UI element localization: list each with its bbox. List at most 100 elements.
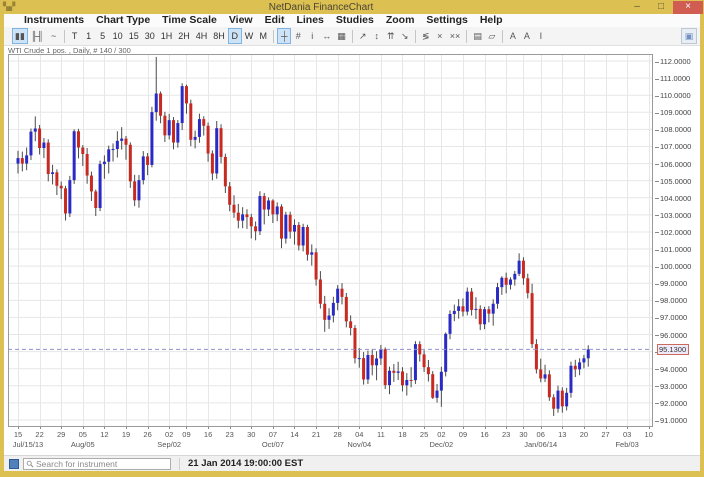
chart-plot[interactable]: 1522290512192602091623300714212804111825… [8, 54, 653, 451]
candle [341, 289, 344, 297]
menu-settings[interactable]: Settings [420, 14, 473, 27]
menu-lines[interactable]: Lines [290, 14, 329, 27]
price-tick-label: 109.0000 [655, 108, 691, 117]
menu-view[interactable]: View [223, 14, 259, 27]
candle [60, 186, 63, 189]
candle [587, 349, 590, 358]
ohlc-bar-chart-button[interactable]: ╟╢ [29, 29, 46, 43]
close-button[interactable]: × [673, 1, 703, 14]
timescale-tick-button[interactable]: T [69, 29, 81, 43]
detach-chart-button[interactable]: ▣ [682, 29, 696, 43]
crosshair-button[interactable]: ┼ [278, 29, 290, 43]
date-tick-label: 29 [57, 430, 65, 439]
price-tick-label: 100.0000 [655, 262, 691, 271]
auto-shift-button[interactable]: ▦ [335, 29, 348, 43]
candle [535, 344, 538, 369]
info-button[interactable]: i [306, 29, 318, 43]
candle [64, 188, 67, 213]
timescale-1min-button[interactable]: 1 [83, 29, 95, 43]
search-input[interactable] [36, 459, 168, 469]
price-tick-label: 97.0000 [655, 313, 687, 322]
candle [470, 292, 473, 310]
candle [94, 191, 97, 208]
menu-edit[interactable]: Edit [259, 14, 291, 27]
title-bar: ▚▞ NetDania FinanceChart – □ × [0, 0, 704, 14]
chart-canvas: WTI Crude 1 pos. , Daily, # 140 / 300 15… [4, 46, 700, 455]
candle [548, 374, 551, 397]
candle [51, 172, 54, 174]
timescale-8h-button[interactable]: 8H [211, 29, 227, 43]
pan-scroll-button[interactable]: ↔ [320, 29, 333, 43]
grid-toggle-button[interactable]: # [292, 29, 304, 43]
date-tick-label: 23 [502, 430, 510, 439]
vertical-line-button[interactable]: ↕ [371, 29, 383, 43]
menu-time-scale[interactable]: Time Scale [156, 14, 223, 27]
candle [492, 304, 495, 314]
search-icon [26, 460, 34, 468]
line-chart-button[interactable]: ~ [48, 29, 60, 43]
menu-help[interactable]: Help [474, 14, 509, 27]
timescale-5min-button[interactable]: 5 [97, 29, 109, 43]
text-cursor-button[interactable]: I [535, 29, 547, 43]
trend-line-button[interactable]: ↗ [357, 29, 369, 43]
timescale-15min-button[interactable]: 15 [127, 29, 141, 43]
candle [176, 123, 179, 142]
price-tick-label: 112.0000 [655, 57, 691, 66]
date-tick-label: 30 [247, 430, 255, 439]
candle [168, 120, 171, 135]
candle [319, 279, 322, 303]
timescale-weekly-button[interactable]: W [243, 29, 256, 43]
ray-line-button[interactable]: ↘ [399, 29, 411, 43]
candle [578, 362, 581, 369]
candle [202, 119, 205, 126]
candle [150, 112, 153, 165]
instrument-search-box[interactable] [23, 458, 171, 470]
delete-all-lines-button[interactable]: ×× [448, 29, 463, 43]
price-tick-label: 91.0000 [655, 416, 687, 425]
menu-instruments[interactable]: Instruments [18, 14, 90, 27]
date-tick-label: 10 [645, 430, 653, 439]
axis-lines [9, 55, 653, 430]
month-label: Sep/02 [157, 440, 181, 449]
timescale-monthly-button[interactable]: M [257, 29, 269, 43]
text-note-button[interactable]: A [521, 29, 533, 43]
timescale-daily-button[interactable]: D [229, 29, 241, 43]
minimize-button[interactable]: – [625, 1, 649, 14]
candle [306, 227, 309, 255]
date-tick-label: 11 [377, 430, 385, 439]
timescale-1h-button[interactable]: 1H [159, 29, 175, 43]
candle [569, 366, 572, 393]
candle [142, 156, 145, 180]
delete-line-button[interactable]: × [434, 29, 446, 43]
timescale-2h-button[interactable]: 2H [176, 29, 192, 43]
text-label-button[interactable]: A [507, 29, 519, 43]
candle [233, 205, 236, 213]
candle [293, 225, 296, 232]
page-preview-button[interactable]: ▱ [486, 29, 498, 43]
menu-studies[interactable]: Studies [330, 14, 380, 27]
maximize-button[interactable]: □ [649, 1, 673, 14]
date-tick-label: 02 [165, 430, 173, 439]
candle [539, 369, 542, 378]
print-button[interactable]: ▤ [471, 29, 484, 43]
date-tick-label: 02 [437, 430, 445, 439]
candle [125, 139, 128, 145]
timescale-10min-button[interactable]: 10 [111, 29, 125, 43]
parallel-channel-button[interactable]: ⇈ [385, 29, 397, 43]
candle [315, 252, 318, 279]
edit-lines-button[interactable]: ≶ [420, 29, 432, 43]
candle [362, 358, 365, 379]
date-tick-label: 20 [580, 430, 588, 439]
price-tick-label: 108.0000 [655, 125, 691, 134]
candle [431, 374, 434, 398]
candlestick-chart-button[interactable]: ▮▮ [13, 29, 27, 43]
candle [163, 116, 166, 136]
candle [345, 297, 348, 321]
timescale-30min-button[interactable]: 30 [143, 29, 157, 43]
menu-chart-type[interactable]: Chart Type [90, 14, 156, 27]
candle [155, 93, 158, 112]
month-label: Jan/06/14 [524, 440, 557, 449]
menu-zoom[interactable]: Zoom [380, 14, 421, 27]
month-label: Oct/07 [262, 440, 284, 449]
timescale-4h-button[interactable]: 4H [194, 29, 210, 43]
